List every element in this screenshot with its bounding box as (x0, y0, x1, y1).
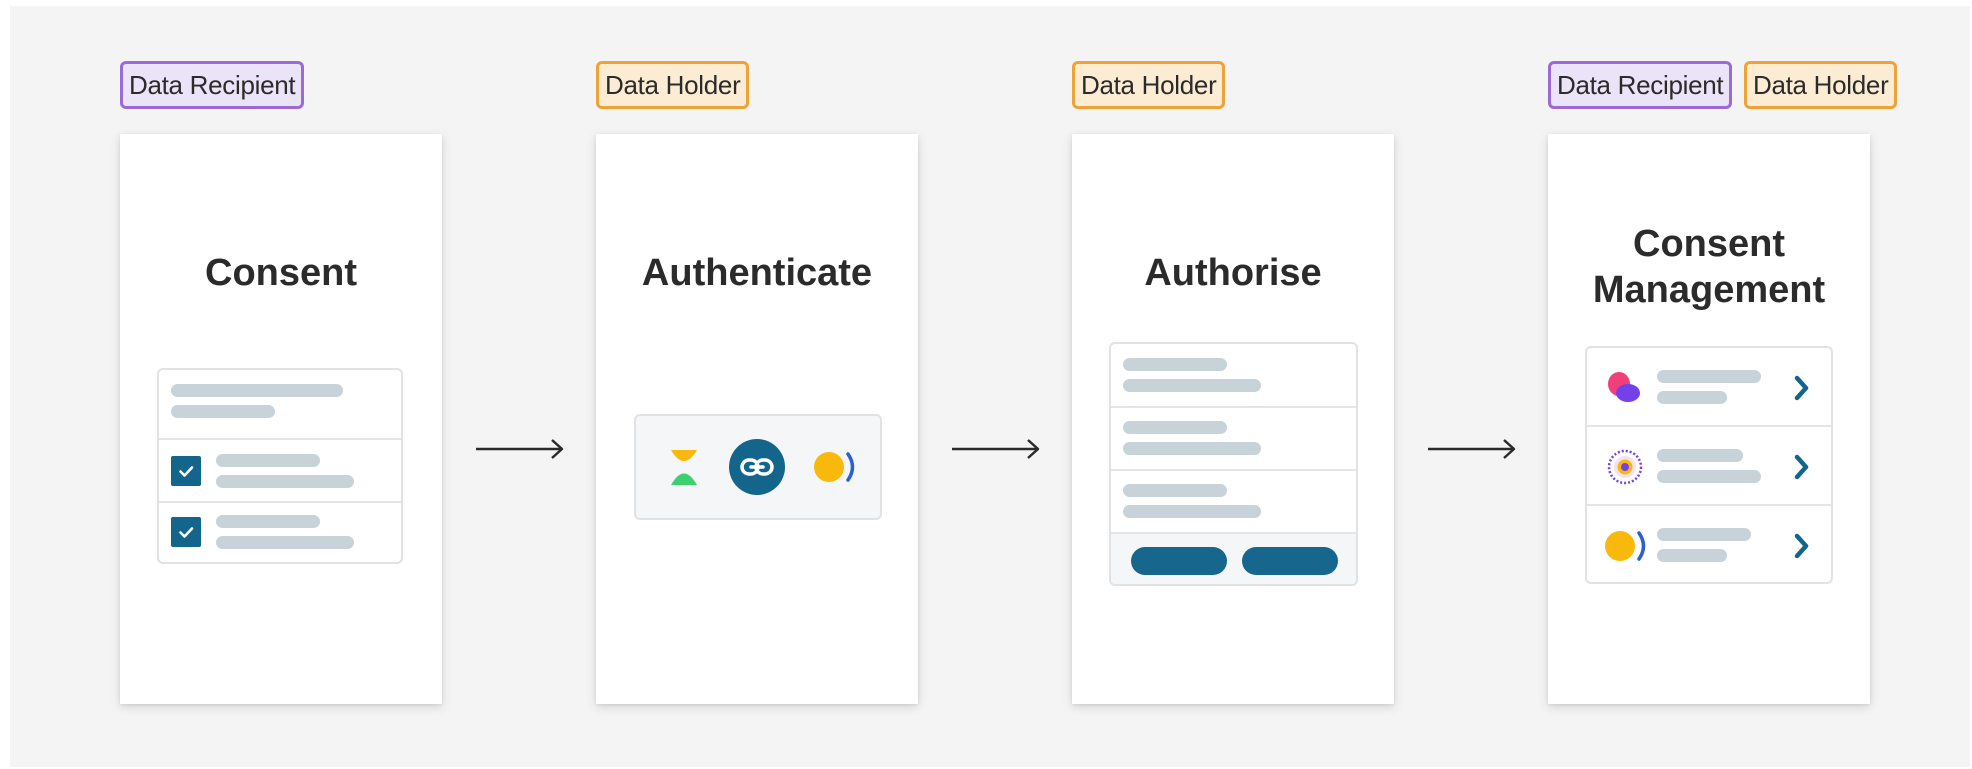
consent-list-item[interactable] (1587, 348, 1831, 427)
step-card-consent: Consent (120, 134, 442, 704)
text-placeholder (1123, 505, 1261, 518)
arrow-right-icon (476, 439, 564, 459)
link-icon (729, 439, 785, 495)
deny-button[interactable] (1131, 547, 1227, 575)
step-card-consent-management: Consent Management (1548, 134, 1870, 704)
role-tag-data-holder: Data Holder (1744, 61, 1898, 109)
text-placeholder (1123, 442, 1261, 455)
text-placeholder (1123, 484, 1227, 497)
text-placeholder (216, 475, 354, 488)
text-placeholder (171, 384, 343, 397)
text-placeholder (1657, 528, 1751, 541)
text-placeholder (216, 515, 320, 528)
chevron-right-icon[interactable] (1793, 453, 1811, 481)
step-title: Consent Management (1548, 221, 1870, 314)
step-title: Authorise (1144, 252, 1322, 294)
text-placeholder (1123, 358, 1227, 371)
role-tag-data-holder: Data Holder (1072, 61, 1226, 109)
consent-list-panel (1585, 346, 1833, 584)
text-placeholder (1657, 470, 1761, 483)
step-card-authenticate: Authenticate (596, 134, 918, 704)
authorisation-panel (1109, 342, 1358, 586)
checkbox-checked-icon[interactable] (171, 456, 201, 486)
list-item (1111, 344, 1356, 408)
step-title: Authenticate (641, 252, 873, 294)
chevron-right-icon[interactable] (1793, 532, 1811, 560)
list-item (1111, 408, 1356, 471)
chevron-right-icon[interactable] (1793, 374, 1811, 402)
identity-provider-logo-icon (671, 450, 697, 485)
list-item (1111, 471, 1356, 534)
text-placeholder (171, 405, 275, 418)
authorise-button[interactable] (1242, 547, 1338, 575)
consent-option-row (159, 503, 401, 562)
text-placeholder (1657, 391, 1727, 404)
consent-summary-row (159, 370, 401, 440)
role-tag-data-recipient: Data Recipient (120, 61, 305, 109)
text-placeholder (216, 454, 320, 467)
step-title-line: Management (1592, 269, 1826, 312)
text-placeholder (216, 536, 354, 549)
partner-logo-icon (1607, 449, 1643, 485)
text-placeholder (1657, 370, 1761, 383)
text-placeholder (1657, 549, 1727, 562)
step-card-authorise: Authorise (1072, 134, 1394, 704)
checkbox-checked-icon[interactable] (171, 517, 201, 547)
consent-form-panel (157, 368, 403, 564)
bank-logo-icon (1605, 531, 1646, 561)
step-title: Consent (205, 252, 357, 294)
arrow-right-icon (952, 439, 1040, 459)
text-placeholder (1123, 379, 1261, 392)
action-buttons-row (1111, 534, 1356, 584)
text-placeholder (1123, 421, 1227, 434)
step-title-line: Consent (1633, 223, 1785, 265)
consent-list-item[interactable] (1587, 506, 1831, 582)
arrow-right-icon (1428, 439, 1516, 459)
role-tag-data-recipient: Data Recipient (1548, 61, 1733, 109)
consent-option-row (159, 440, 401, 503)
role-tag-data-holder: Data Holder (596, 61, 750, 109)
partner-logo-icon (1608, 372, 1640, 402)
authentication-options-panel (634, 414, 882, 520)
text-placeholder (1657, 449, 1743, 462)
consent-list-item[interactable] (1587, 427, 1831, 506)
bank-logo-icon (814, 452, 855, 482)
